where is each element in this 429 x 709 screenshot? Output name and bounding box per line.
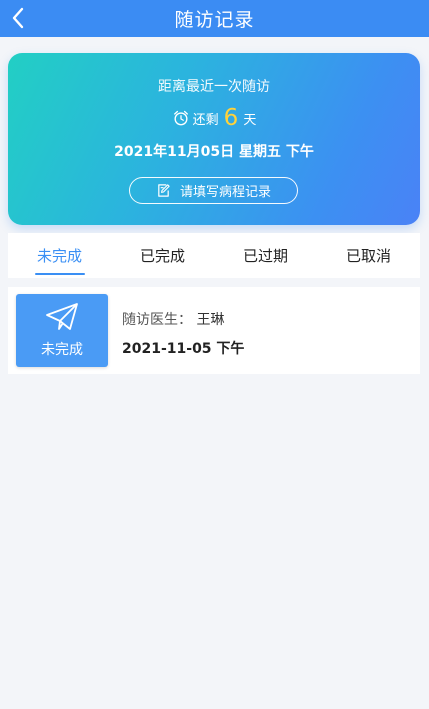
status-tabs: 未完成 已完成 已过期 已取消 [8, 233, 420, 278]
tab-completed[interactable]: 已完成 [111, 233, 214, 278]
fill-record-button[interactable]: 请填写病程记录 [129, 177, 298, 204]
alarm-clock-icon [173, 110, 188, 126]
card-subtitle: 距离最近一次随访 [158, 79, 270, 95]
paper-plane-icon [46, 303, 78, 330]
tab-expired[interactable]: 已过期 [214, 233, 317, 278]
record-status-badge: 未完成 [16, 294, 108, 367]
record-status-label: 未完成 [41, 342, 83, 358]
record-doctor: 随访医生： 王琳 [122, 309, 224, 329]
page-title: 随访记录 [174, 9, 255, 31]
next-followup-date: 2021年11月05日 星期五 下午 [114, 144, 314, 160]
back-button[interactable] [6, 4, 30, 32]
edit-note-icon [158, 184, 170, 197]
doctor-label: 随访医生： [122, 312, 192, 328]
nav-bar: 随访记录 [0, 0, 429, 37]
doctor-name: 王琳 [196, 312, 225, 328]
chevron-left-icon [12, 7, 24, 29]
next-followup-card: 距离最近一次随访 还剩 6 天 2021年11月05日 星期五 下午 请填写病程… [8, 53, 420, 225]
fill-record-label: 请填写病程记录 [179, 185, 271, 200]
remaining-days-value: 6 [223, 104, 239, 131]
followup-record-item[interactable]: 未完成 随访医生： 王琳 2021-11-05 下午 [8, 287, 420, 374]
remaining-days-row: 还剩 6 天 [8, 103, 420, 133]
record-date: 2021-11-05 下午 [122, 341, 245, 357]
tab-incomplete[interactable]: 未完成 [8, 233, 111, 278]
remain-suffix: 天 [243, 112, 257, 128]
tab-cancelled[interactable]: 已取消 [317, 233, 420, 278]
remain-prefix: 还剩 [192, 112, 219, 128]
